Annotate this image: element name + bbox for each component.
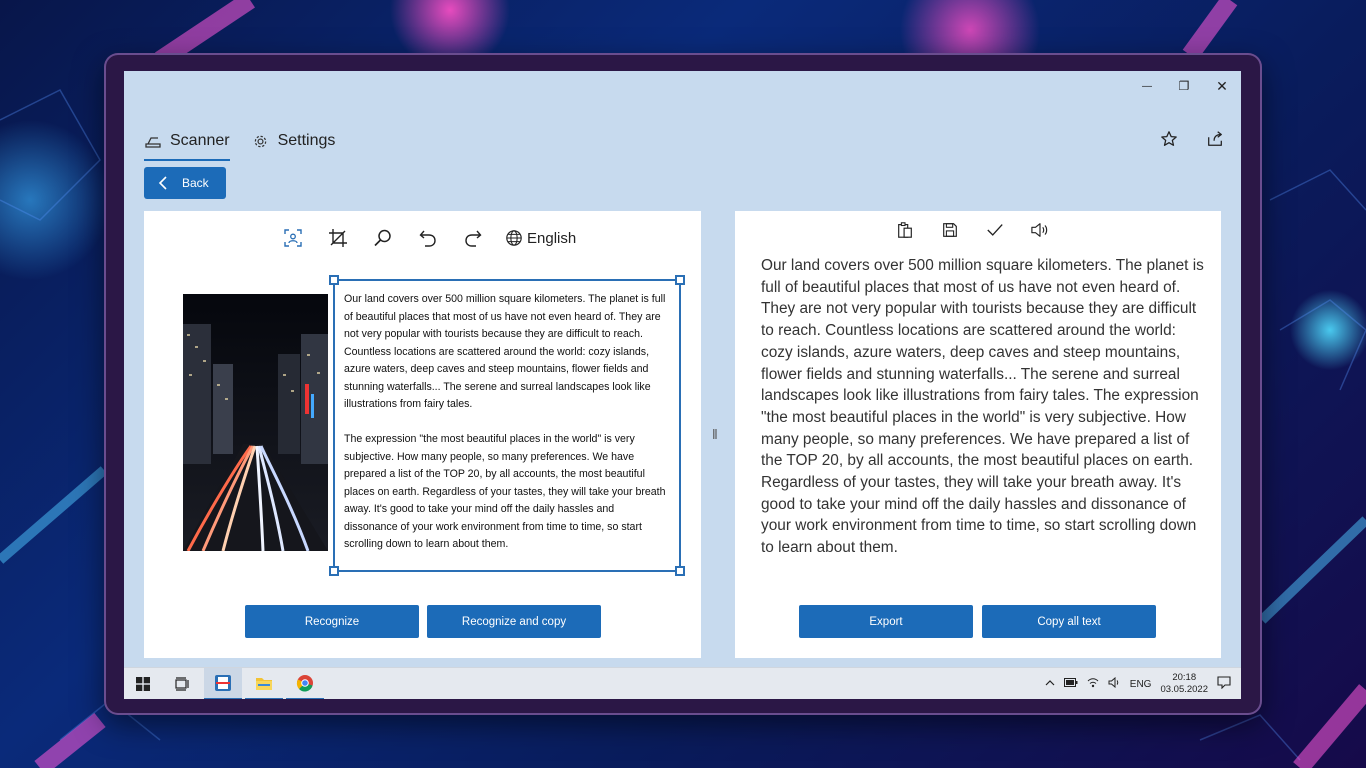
taskbar-chrome[interactable] bbox=[286, 668, 324, 699]
language-label: English bbox=[527, 229, 577, 247]
task-view-icon bbox=[175, 677, 189, 691]
start-button[interactable] bbox=[124, 668, 162, 699]
system-tray: ENG 20:18 03.05.2022 bbox=[1045, 668, 1241, 699]
confirm-button[interactable] bbox=[982, 217, 1008, 243]
tab-settings-label: Settings bbox=[277, 132, 336, 149]
recognize-and-copy-button[interactable]: Recognize and copy bbox=[427, 605, 601, 638]
result-panel: Our land covers over 500 million square … bbox=[735, 211, 1221, 658]
minimize-button[interactable]: — bbox=[1129, 75, 1165, 97]
title-bar: — ❐ ✕ bbox=[124, 71, 1241, 101]
copy-all-text-button-label: Copy all text bbox=[1037, 615, 1101, 628]
paste-button[interactable] bbox=[892, 217, 918, 243]
selection-handle-bottom-right[interactable] bbox=[675, 566, 685, 576]
minimize-icon: — bbox=[1142, 80, 1152, 92]
windows-logo-icon bbox=[136, 677, 150, 691]
clock-time: 20:18 bbox=[1172, 672, 1197, 683]
selection-handle-top-left[interactable] bbox=[329, 275, 339, 285]
read-aloud-button[interactable] bbox=[1027, 217, 1053, 243]
show-hidden-icons-button[interactable] bbox=[1045, 679, 1055, 690]
selection-handle-bottom-left[interactable] bbox=[329, 566, 339, 576]
selection-handle-top-right[interactable] bbox=[675, 275, 685, 285]
zoom-button[interactable] bbox=[370, 225, 396, 251]
search-icon bbox=[374, 229, 391, 247]
export-button-label: Export bbox=[869, 615, 903, 628]
app-window: — ❐ ✕ Scanner Settings Back English Our … bbox=[124, 71, 1241, 699]
gear-icon bbox=[252, 132, 270, 150]
scanned-document-text: Our land covers over 500 million square … bbox=[344, 291, 669, 571]
undo-button[interactable] bbox=[415, 225, 441, 251]
save-icon bbox=[943, 223, 957, 237]
scanned-paragraph: The expression "the most beautiful place… bbox=[344, 433, 666, 550]
speaker-icon bbox=[1031, 223, 1048, 237]
clipboard-icon bbox=[898, 222, 912, 238]
redo-button[interactable] bbox=[460, 225, 486, 251]
input-language[interactable]: ENG bbox=[1130, 679, 1152, 690]
tab-settings[interactable]: Settings bbox=[252, 129, 336, 159]
volume-button[interactable] bbox=[1108, 676, 1121, 691]
volume-icon bbox=[1108, 676, 1119, 689]
result-toolbar bbox=[892, 217, 1053, 243]
folder-icon bbox=[256, 678, 272, 690]
scan-select-icon bbox=[284, 229, 302, 247]
checkmark-icon bbox=[987, 224, 1003, 236]
crop-button[interactable] bbox=[325, 225, 351, 251]
chrome-icon bbox=[296, 675, 313, 692]
recognized-text[interactable]: Our land covers over 500 million square … bbox=[761, 255, 1209, 559]
export-button[interactable]: Export bbox=[799, 605, 973, 638]
copy-all-text-button[interactable]: Copy all text bbox=[982, 605, 1156, 638]
scanner-app-icon bbox=[215, 675, 231, 691]
tab-scanner[interactable]: Scanner bbox=[144, 129, 230, 161]
language-selector[interactable]: English bbox=[505, 229, 576, 247]
auto-detect-button[interactable] bbox=[280, 225, 306, 251]
clock-date: 03.05.2022 bbox=[1160, 684, 1208, 695]
city-night-photo bbox=[183, 294, 328, 551]
star-icon bbox=[1161, 131, 1177, 146]
taskbar-file-explorer[interactable] bbox=[245, 668, 283, 699]
scanned-paragraph: Our land covers over 500 million square … bbox=[344, 293, 666, 410]
restore-icon: ❐ bbox=[1178, 79, 1190, 93]
share-button[interactable] bbox=[1203, 127, 1227, 151]
top-navigation: Scanner Settings bbox=[144, 129, 336, 161]
scanner-icon bbox=[144, 132, 162, 150]
back-button-label: Back bbox=[182, 176, 209, 190]
recognize-button[interactable]: Recognize bbox=[245, 605, 419, 638]
action-center-button[interactable] bbox=[1217, 676, 1231, 692]
maximize-button[interactable]: ❐ bbox=[1166, 75, 1202, 97]
save-button[interactable] bbox=[937, 217, 963, 243]
task-view-button[interactable] bbox=[164, 668, 202, 699]
share-icon bbox=[1208, 131, 1222, 146]
recognize-and-copy-button-label: Recognize and copy bbox=[461, 615, 567, 628]
recognize-button-label: Recognize bbox=[304, 615, 360, 628]
scanner-toolbar: English bbox=[280, 225, 576, 251]
close-icon: ✕ bbox=[1216, 77, 1228, 94]
battery-button[interactable] bbox=[1063, 678, 1078, 690]
battery-icon bbox=[1063, 678, 1078, 687]
network-button[interactable] bbox=[1087, 677, 1099, 691]
notification-icon bbox=[1217, 676, 1231, 690]
panel-splitter[interactable]: ‖ bbox=[712, 426, 718, 442]
close-button[interactable]: ✕ bbox=[1204, 75, 1240, 97]
wifi-icon bbox=[1087, 678, 1099, 688]
top-right-actions bbox=[1157, 127, 1227, 151]
tab-scanner-label: Scanner bbox=[170, 132, 230, 149]
chevron-up-icon bbox=[1045, 679, 1055, 685]
favorite-button[interactable] bbox=[1157, 127, 1181, 151]
globe-icon bbox=[506, 230, 522, 246]
taskbar: ENG 20:18 03.05.2022 bbox=[124, 667, 1241, 699]
redo-icon bbox=[465, 230, 482, 247]
clock[interactable]: 20:18 03.05.2022 bbox=[1160, 672, 1208, 696]
taskbar-scanner-app[interactable] bbox=[204, 668, 242, 699]
undo-icon bbox=[419, 230, 436, 247]
back-button[interactable]: Back bbox=[144, 167, 226, 199]
chevron-left-icon bbox=[158, 176, 167, 190]
crop-icon bbox=[329, 229, 347, 247]
scanner-panel: English Our land covers over 500 million… bbox=[144, 211, 701, 658]
